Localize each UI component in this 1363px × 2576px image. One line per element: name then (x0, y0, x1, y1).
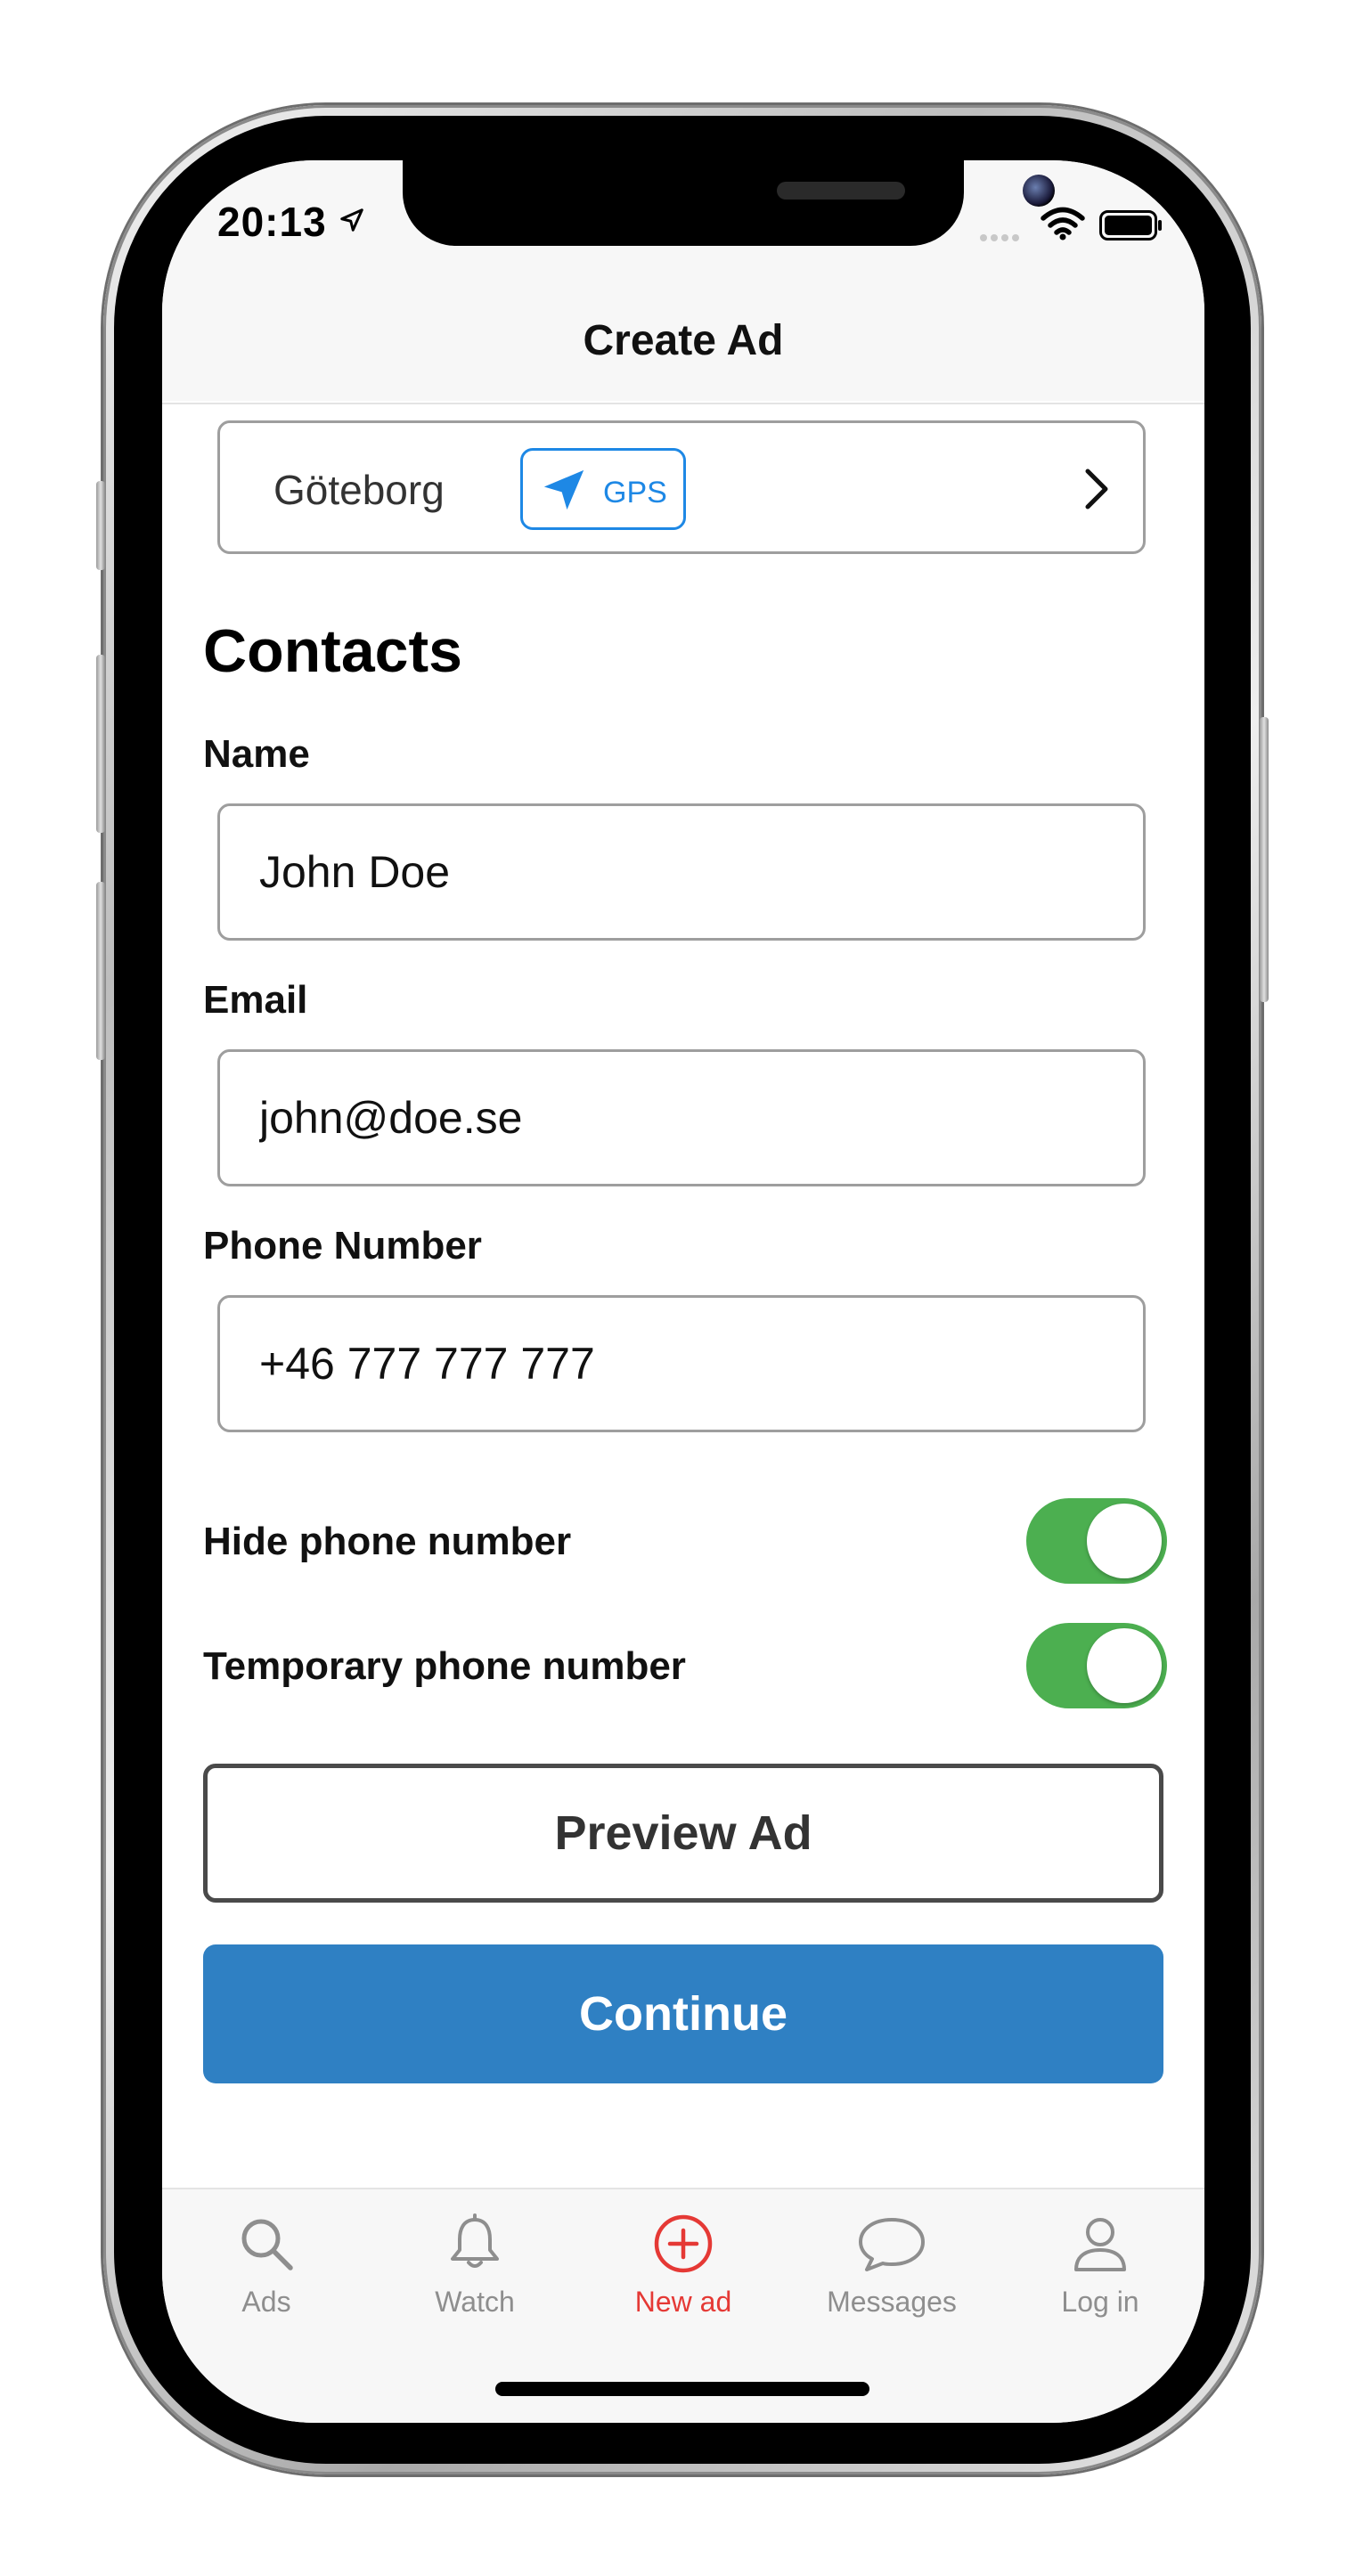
phone-field[interactable] (217, 1295, 1146, 1432)
tab-messages[interactable]: Messages (788, 2213, 996, 2346)
location-selector[interactable]: Göteborg GPS (217, 420, 1146, 554)
bell-icon (371, 2213, 579, 2275)
email-input[interactable] (259, 1052, 1097, 1184)
front-camera (1023, 175, 1055, 207)
hide-phone-label: Hide phone number (203, 1520, 572, 1563)
temporary-phone-label: Temporary phone number (203, 1644, 686, 1688)
contacts-heading: Contacts (203, 617, 462, 685)
name-input[interactable] (259, 806, 1097, 938)
plus-circle-icon (579, 2213, 788, 2275)
continue-button[interactable]: Continue (203, 1944, 1163, 2083)
status-bar: 20:13 Create Ad (162, 160, 1204, 401)
volume-down-button (96, 882, 105, 1060)
email-field[interactable] (217, 1049, 1146, 1186)
earpiece-speaker (777, 182, 905, 200)
gps-label: GPS (603, 476, 667, 509)
navigation-arrow-icon (539, 465, 589, 519)
tab-label: Watch (435, 2286, 515, 2318)
tab-log-in[interactable]: Log in (996, 2213, 1204, 2346)
toggle-knob (1087, 1628, 1162, 1703)
name-label: Name (203, 732, 310, 776)
nav-divider (162, 403, 1204, 404)
tab-label: Ads (241, 2286, 291, 2318)
cellular-signal-icon (980, 230, 1023, 246)
preview-ad-button[interactable]: Preview Ad (203, 1764, 1163, 1903)
email-label: Email (203, 978, 308, 1022)
wifi-icon (1041, 207, 1085, 245)
tab-label: Messages (827, 2286, 957, 2318)
phone-input[interactable] (259, 1298, 1097, 1430)
search-icon (162, 2213, 371, 2275)
toggle-knob (1087, 1504, 1162, 1578)
tab-label: Log in (1061, 2286, 1139, 2318)
chat-bubble-icon (788, 2213, 996, 2275)
volume-up-button (96, 655, 105, 833)
mute-switch (96, 481, 105, 570)
chevron-right-icon (1081, 466, 1113, 517)
status-time: 20:13 (217, 199, 327, 245)
location-city: Göteborg (273, 467, 445, 513)
phone-label: Phone Number (203, 1224, 482, 1268)
page-title: Create Ad (583, 317, 784, 364)
user-icon (996, 2213, 1204, 2275)
tab-ads[interactable]: Ads (162, 2213, 371, 2346)
screen: 20:13 Create Ad Göteborg GPS Contacts Na… (162, 160, 1204, 2423)
notch (403, 160, 1055, 246)
location-services-icon (339, 207, 365, 238)
tab-label: New ad (634, 2286, 732, 2318)
battery-icon (1099, 210, 1163, 245)
tab-watch[interactable]: Watch (371, 2213, 579, 2346)
temporary-phone-toggle[interactable] (1026, 1623, 1167, 1708)
name-field[interactable] (217, 803, 1146, 941)
tab-new-ad[interactable]: New ad (579, 2213, 788, 2346)
gps-button[interactable]: GPS (520, 448, 686, 530)
home-indicator[interactable] (495, 2382, 869, 2396)
power-button (1260, 717, 1269, 1002)
hide-phone-toggle[interactable] (1026, 1498, 1167, 1584)
